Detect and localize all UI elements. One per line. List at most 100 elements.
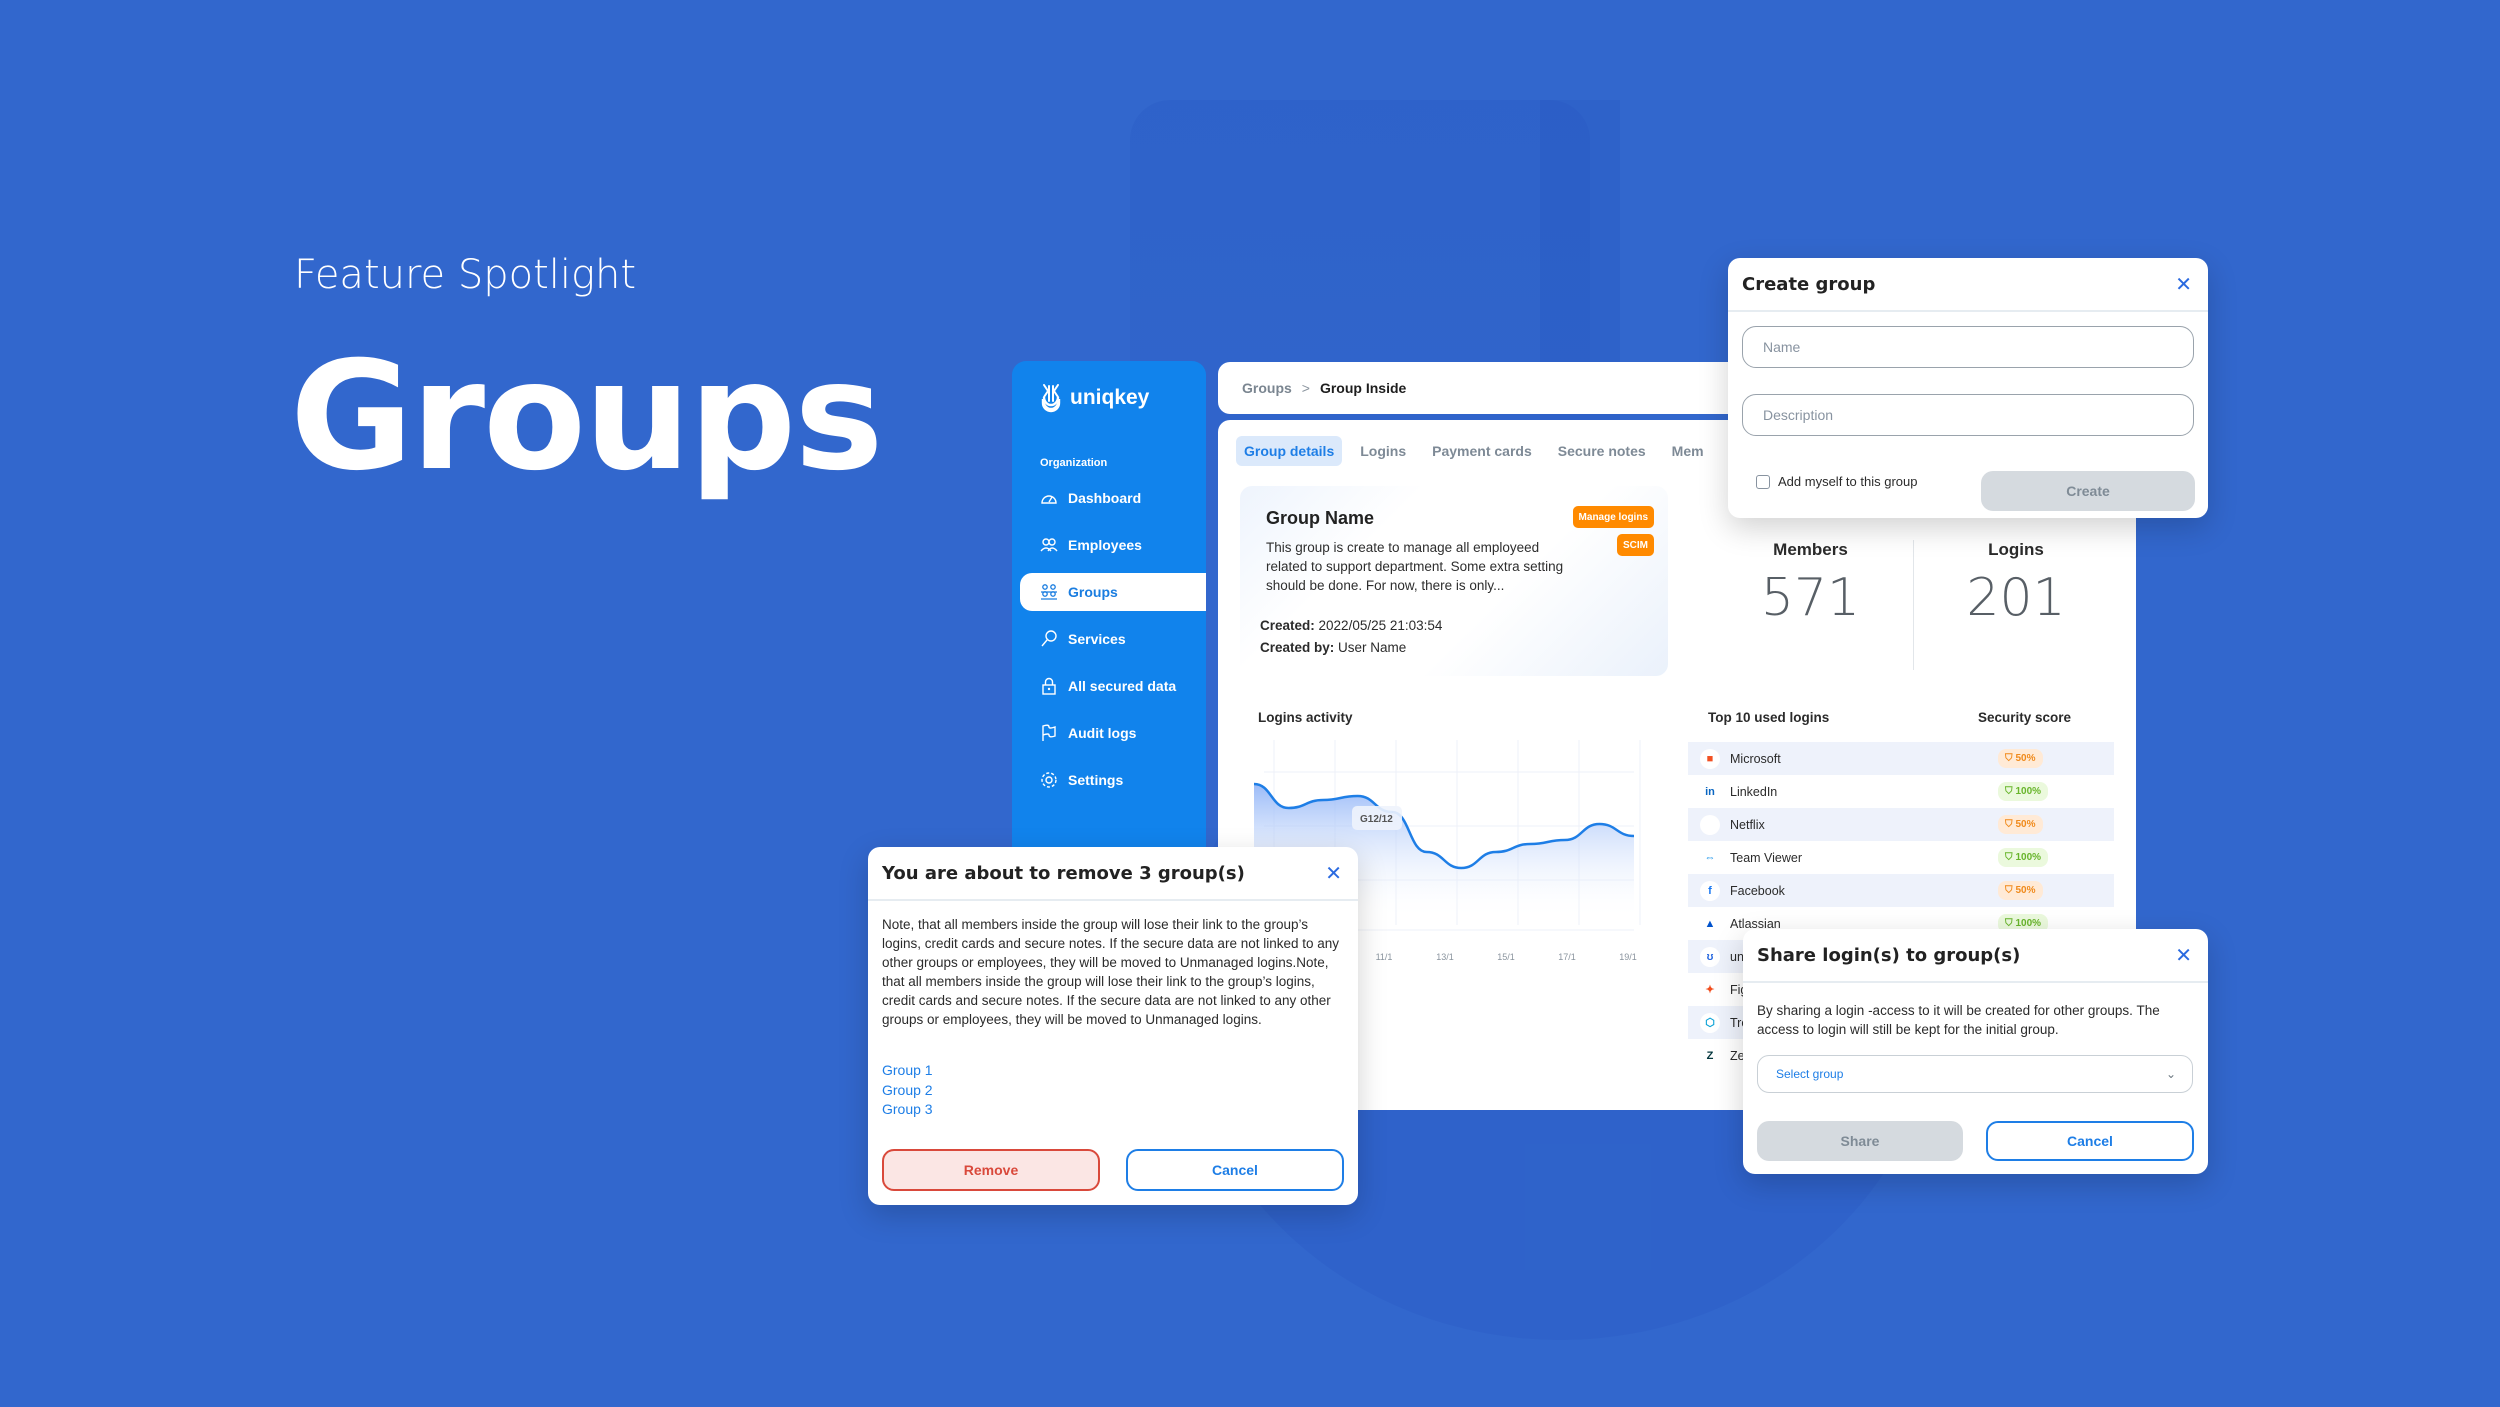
logo-text: uniqkey: [1070, 386, 1150, 409]
shield-icon: ⛉: [2005, 918, 2013, 929]
x-tick-label: 11/1: [1376, 952, 1393, 962]
login-name: Microsoft: [1730, 751, 1781, 766]
top-logins-title: Top 10 used logins: [1708, 710, 1830, 725]
shield-icon: ⛉: [2005, 852, 2013, 863]
security-score-value: 100%: [2015, 786, 2042, 797]
users-icon: [1040, 538, 1058, 552]
security-score-value: 50%: [2015, 753, 2036, 764]
security-score-header: Security score: [1978, 710, 2072, 725]
remove-button[interactable]: Remove: [882, 1149, 1100, 1191]
login-name: LinkedIn: [1730, 784, 1778, 799]
name-input[interactable]: Name: [1742, 326, 2194, 368]
manage-logins-badge[interactable]: Manage logins: [1572, 506, 1654, 528]
create-button[interactable]: Create: [1981, 471, 2195, 511]
remove-warning-text: Note, that all members inside the group …: [882, 917, 1340, 1027]
group-links: Group 1 Group 2 Group 3: [882, 1061, 933, 1120]
breadcrumb-current: Group Inside: [1319, 380, 1407, 396]
modal-header: Create group ✕: [1728, 258, 2208, 312]
tab-payment-cards[interactable]: Payment cards: [1424, 436, 1540, 466]
sidebar-item-services[interactable]: Services: [1020, 620, 1206, 658]
list-item[interactable]: f Facebook ⛉ 50%: [1688, 874, 2114, 907]
sidebar-item-settings[interactable]: Settings: [1020, 761, 1206, 799]
shield-icon: ⛉: [2005, 786, 2013, 797]
create-group-modal: Create group ✕ Name Description Add myse…: [1728, 258, 2208, 518]
trello-icon: ⬡: [1700, 1012, 1720, 1033]
list-item[interactable]: Netflix ⛉ 50%: [1688, 808, 2114, 841]
linkedin-icon: in: [1700, 781, 1720, 802]
breadcrumb: Groups > Group Inside: [1218, 362, 1738, 414]
sidebar-nav: Dashboard Employees Groups Services All …: [1020, 479, 1206, 808]
tab-logins[interactable]: Logins: [1352, 436, 1414, 466]
lock-icon: [1042, 677, 1056, 695]
shield-icon: ⛉: [2005, 753, 2013, 764]
sidebar: uniqkey Organization Dashboard Employees…: [1012, 361, 1206, 881]
chevron-right-icon: >: [1301, 380, 1310, 396]
close-icon[interactable]: ✕: [1325, 861, 1342, 886]
security-score-badge: ⛉ 50%: [1998, 749, 2043, 768]
sidebar-item-label: Audit logs: [1068, 725, 1137, 741]
key-icon: [1041, 630, 1057, 647]
list-item[interactable]: ⇔ Team Viewer ⛉ 100%: [1688, 841, 2114, 874]
shield-icon: ⛉: [2005, 819, 2013, 830]
list-item[interactable]: ■ Microsoft ⛉ 50%: [1688, 742, 2114, 775]
breadcrumb-parent[interactable]: Groups: [1242, 380, 1292, 396]
group-details-card: Group Name This group is create to manag…: [1240, 486, 1668, 676]
uniqkey-icon: ʊ: [1700, 946, 1720, 967]
gear-icon: [1041, 772, 1057, 788]
select-placeholder: Select group: [1776, 1067, 1844, 1081]
security-score-value: 100%: [2015, 852, 2042, 863]
sidebar-item-label: Employees: [1068, 537, 1142, 553]
security-score-badge: ⛉ 50%: [1998, 815, 2043, 834]
share-logins-modal: Share login(s) to group(s) ✕ By sharing …: [1743, 929, 2208, 1174]
logo[interactable]: uniqkey: [1040, 383, 1149, 413]
group-link[interactable]: Group 1: [882, 1061, 933, 1081]
stats: Members 571 Logins 201: [1708, 540, 2118, 670]
chart-tooltip-text: G12/12: [1360, 814, 1393, 825]
group-link[interactable]: Group 3: [882, 1100, 933, 1120]
sidebar-item-dashboard[interactable]: Dashboard: [1020, 479, 1206, 517]
sidebar-item-label: Services: [1068, 631, 1126, 647]
list-item[interactable]: in LinkedIn ⛉ 100%: [1688, 775, 2114, 808]
sidebar-item-audit-logs[interactable]: Audit logs: [1020, 714, 1206, 752]
security-score-badge: ⛉ 100%: [1998, 848, 2049, 867]
security-score-badge: ⛉ 50%: [1998, 881, 2043, 900]
created-by-info: Created by: User Name: [1260, 640, 1406, 655]
add-myself-checkbox[interactable]: [1756, 474, 1770, 489]
tab-secure-notes[interactable]: Secure notes: [1550, 436, 1654, 466]
close-icon[interactable]: ✕: [2175, 272, 2192, 297]
security-score-value: 100%: [2015, 918, 2042, 929]
sidebar-item-employees[interactable]: Employees: [1020, 526, 1206, 564]
created-value: 2022/05/25 21:03:54: [1318, 618, 1443, 633]
group-link[interactable]: Group 2: [882, 1081, 933, 1101]
shield-icon: ⛉: [2005, 885, 2013, 896]
scim-badge: SCIM: [1617, 534, 1654, 556]
flag-icon: [1042, 724, 1056, 741]
security-score-value: 50%: [2015, 819, 2036, 830]
sidebar-item-label: Groups: [1068, 584, 1118, 600]
cancel-button[interactable]: Cancel: [1126, 1149, 1344, 1191]
share-button[interactable]: Share: [1757, 1121, 1963, 1161]
select-group-dropdown[interactable]: Select group ⌄: [1757, 1055, 2193, 1093]
cancel-button[interactable]: Cancel: [1986, 1121, 2194, 1161]
group-name: Group Name: [1266, 508, 1375, 528]
description-input[interactable]: Description: [1742, 394, 2194, 436]
uniqkey-logo-icon: [1041, 384, 1061, 413]
zendesk-icon: Z: [1700, 1045, 1720, 1066]
name-placeholder: Name: [1763, 339, 1801, 355]
sidebar-item-all-secured-data[interactable]: All secured data: [1020, 667, 1206, 705]
modal-header: You are about to remove 3 group(s) ✕: [868, 847, 1358, 901]
modal-title: You are about to remove 3 group(s): [882, 862, 1245, 884]
group-description: This group is create to manage all emplo…: [1266, 540, 1564, 593]
gauge-icon: [1041, 495, 1057, 504]
sidebar-item-label: All secured data: [1068, 678, 1177, 694]
sidebar-item-groups[interactable]: Groups: [1020, 573, 1206, 611]
login-name: Netflix: [1730, 817, 1765, 832]
chart-tooltip: G12/12: [1352, 806, 1402, 830]
teamviewer-icon: ⇔: [1700, 847, 1720, 868]
facebook-icon: f: [1700, 880, 1720, 901]
created-by-label: Created by:: [1260, 640, 1335, 655]
tab-members[interactable]: Mem: [1664, 436, 1712, 466]
x-tick-label: 13/1: [1436, 952, 1454, 962]
close-icon[interactable]: ✕: [2175, 943, 2192, 968]
tab-group-details[interactable]: Group details: [1236, 436, 1343, 466]
